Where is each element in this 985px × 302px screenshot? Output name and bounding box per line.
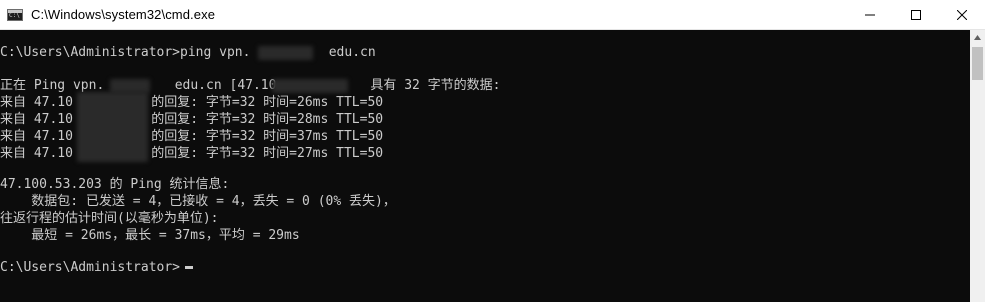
- close-icon: [957, 9, 967, 20]
- console-line: 来自 47.10 的回复: 字节=32 时间=28ms TTL=50: [0, 112, 384, 127]
- cmd-icon: [7, 8, 23, 21]
- console-line: C:\Users\Administrator>ping vpn. edu.cn: [0, 45, 376, 60]
- console-line: 数据包: 已发送 = 4，已接收 = 4，丢失 = 0 (0% 丢失)，: [0, 194, 396, 209]
- scroll-thumb[interactable]: [972, 47, 983, 80]
- console-line: 最短 = 26ms，最长 = 37ms，平均 = 29ms: [0, 228, 300, 243]
- redacted-hostname: [110, 79, 150, 93]
- window-controls: [847, 0, 985, 29]
- console-line: 来自 47.10 的回复: 字节=32 时间=27ms TTL=50: [0, 146, 384, 161]
- title-bar[interactable]: C:\Windows\system32\cmd.exe: [0, 0, 985, 30]
- console-line: 往返行程的估计时间(以毫秒为单位):: [0, 211, 219, 226]
- maximize-button[interactable]: [893, 0, 939, 29]
- minimize-icon: [865, 14, 875, 15]
- redacted-ip: [272, 79, 348, 93]
- redacted-ip: [77, 92, 148, 162]
- scroll-up-button[interactable]: [970, 30, 985, 45]
- console-output[interactable]: C:\Users\Administrator>ping vpn. edu.cn …: [0, 30, 970, 302]
- console-line: 来自 47.10 的回复: 字节=32 时间=37ms TTL=50: [0, 129, 384, 144]
- close-button[interactable]: [939, 0, 985, 29]
- redacted-hostname: [258, 46, 313, 60]
- vertical-scrollbar[interactable]: [970, 30, 985, 302]
- minimize-button[interactable]: [847, 0, 893, 29]
- console-line: 正在 Ping vpn. edu.cn [47.10 具有 32 字节的数据:: [0, 78, 501, 93]
- window-title: C:\Windows\system32\cmd.exe: [31, 7, 216, 22]
- chevron-up-icon: [974, 35, 981, 40]
- console-line: 来自 47.10 的回复: 字节=32 时间=26ms TTL=50: [0, 95, 384, 110]
- text-cursor: [185, 266, 193, 269]
- console-line: 47.100.53.203 的 Ping 统计信息:: [0, 177, 230, 192]
- console-line: C:\Users\Administrator>: [0, 260, 181, 275]
- maximize-icon: [911, 9, 921, 20]
